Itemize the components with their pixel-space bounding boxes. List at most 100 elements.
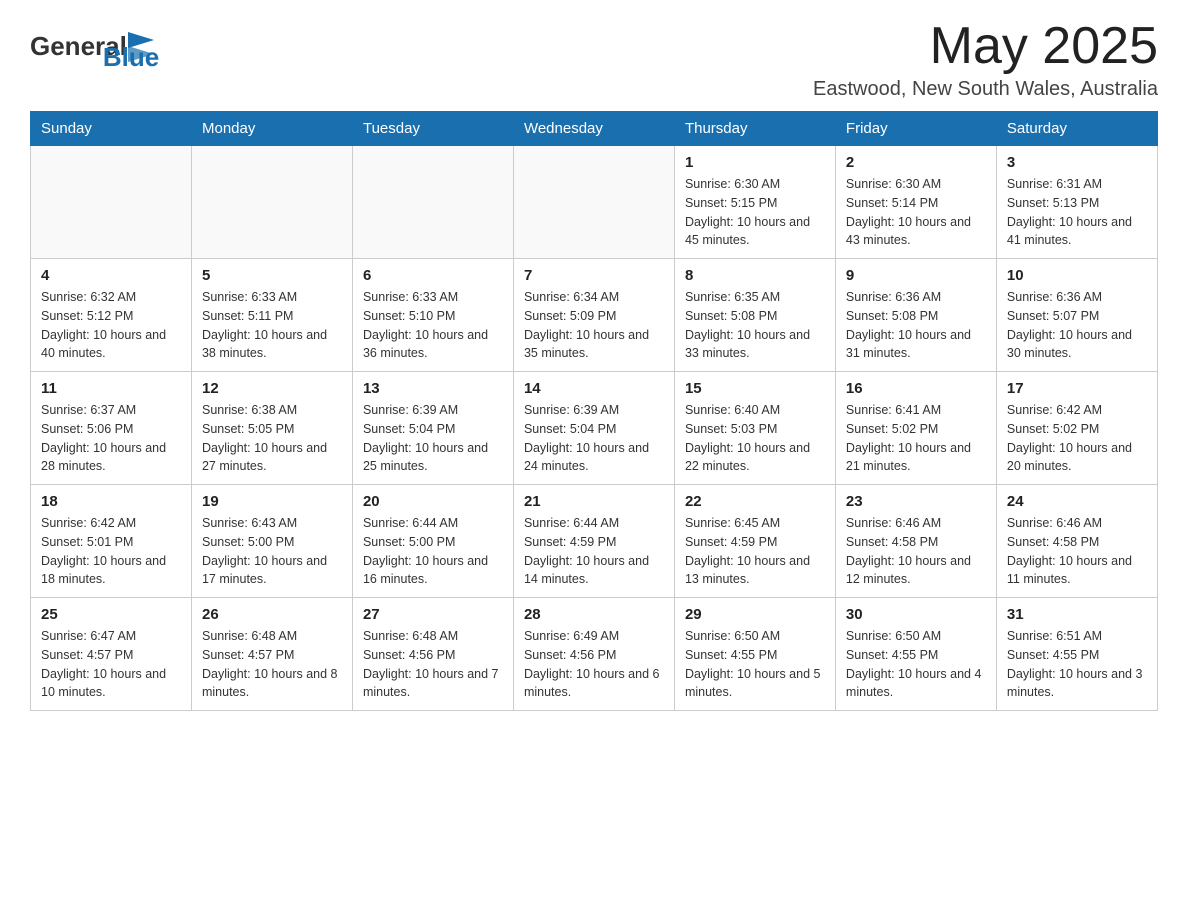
- calendar-cell: 3 Sunrise: 6:31 AM Sunset: 5:13 PM Daylig…: [996, 146, 1157, 259]
- calendar-cell: 21 Sunrise: 6:44 AM Sunset: 4:59 PM Dayli…: [513, 485, 674, 598]
- day-info: Sunrise: 6:45 AM Sunset: 4:59 PM Dayligh…: [685, 514, 825, 589]
- day-number: 11: [41, 380, 181, 397]
- calendar-cell: 18 Sunrise: 6:42 AM Sunset: 5:01 PM Dayli…: [31, 485, 192, 598]
- day-number: 26: [202, 606, 342, 623]
- calendar-cell: 2 Sunrise: 6:30 AM Sunset: 5:14 PM Daylig…: [835, 146, 996, 259]
- day-info: Sunrise: 6:42 AM Sunset: 5:02 PM Dayligh…: [1007, 401, 1147, 476]
- weekday-header-wednesday: Wednesday: [513, 112, 674, 146]
- calendar-header-row: SundayMondayTuesdayWednesdayThursdayFrid…: [31, 112, 1158, 146]
- weekday-header-friday: Friday: [835, 112, 996, 146]
- calendar-cell: 15Sunrise: 6:40 AM Sunset: 5:03 PM Dayli…: [674, 372, 835, 485]
- day-info: Sunrise: 6:48 AM Sunset: 4:57 PM Dayligh…: [202, 627, 342, 702]
- day-number: 18: [41, 493, 181, 510]
- day-info: Sunrise: 6:37 AM Sunset: 5:06 PM Dayligh…: [41, 401, 181, 476]
- day-number: 10: [1007, 267, 1147, 284]
- calendar-week-2: 4 Sunrise: 6:32 AM Sunset: 5:12 PM Daylig…: [31, 259, 1158, 372]
- day-info: Sunrise: 6:34 AM Sunset: 5:09 PM Dayligh…: [524, 288, 664, 363]
- day-number: 13: [363, 380, 503, 397]
- day-number: 14: [524, 380, 664, 397]
- day-info: Sunrise: 6:46 AM Sunset: 4:58 PM Dayligh…: [846, 514, 986, 589]
- day-number: 6: [363, 267, 503, 284]
- calendar-cell: 20 Sunrise: 6:44 AM Sunset: 5:00 PM Dayli…: [352, 485, 513, 598]
- calendar-week-1: 1 Sunrise: 6:30 AM Sunset: 5:15 PM Daylig…: [31, 146, 1158, 259]
- calendar-cell: 22 Sunrise: 6:45 AM Sunset: 4:59 PM Dayli…: [674, 485, 835, 598]
- weekday-header-saturday: Saturday: [996, 112, 1157, 146]
- day-info: Sunrise: 6:33 AM Sunset: 5:11 PM Dayligh…: [202, 288, 342, 363]
- calendar-cell: 8 Sunrise: 6:35 AM Sunset: 5:08 PM Daylig…: [674, 259, 835, 372]
- calendar-cell: [31, 146, 192, 259]
- calendar-cell: 14Sunrise: 6:39 AM Sunset: 5:04 PM Dayli…: [513, 372, 674, 485]
- day-number: 5: [202, 267, 342, 284]
- day-number: 8: [685, 267, 825, 284]
- calendar-cell: 12Sunrise: 6:38 AM Sunset: 5:05 PM Dayli…: [191, 372, 352, 485]
- day-number: 29: [685, 606, 825, 623]
- day-info: Sunrise: 6:50 AM Sunset: 4:55 PM Dayligh…: [846, 627, 986, 702]
- day-number: 4: [41, 267, 181, 284]
- calendar-week-4: 18 Sunrise: 6:42 AM Sunset: 5:01 PM Dayli…: [31, 485, 1158, 598]
- month-title: May 2025: [813, 20, 1158, 72]
- calendar-cell: 10 Sunrise: 6:36 AM Sunset: 5:07 PM Dayli…: [996, 259, 1157, 372]
- day-number: 16: [846, 380, 986, 397]
- day-info: Sunrise: 6:32 AM Sunset: 5:12 PM Dayligh…: [41, 288, 181, 363]
- day-number: 12: [202, 380, 342, 397]
- day-number: 28: [524, 606, 664, 623]
- day-info: Sunrise: 6:35 AM Sunset: 5:08 PM Dayligh…: [685, 288, 825, 363]
- day-number: 7: [524, 267, 664, 284]
- day-number: 21: [524, 493, 664, 510]
- day-info: Sunrise: 6:36 AM Sunset: 5:08 PM Dayligh…: [846, 288, 986, 363]
- location-title: Eastwood, New South Wales, Australia: [813, 78, 1158, 101]
- day-info: Sunrise: 6:44 AM Sunset: 5:00 PM Dayligh…: [363, 514, 503, 589]
- day-number: 23: [846, 493, 986, 510]
- day-info: Sunrise: 6:31 AM Sunset: 5:13 PM Dayligh…: [1007, 175, 1147, 250]
- day-number: 22: [685, 493, 825, 510]
- day-info: Sunrise: 6:36 AM Sunset: 5:07 PM Dayligh…: [1007, 288, 1147, 363]
- day-number: 17: [1007, 380, 1147, 397]
- calendar-cell: 13Sunrise: 6:39 AM Sunset: 5:04 PM Dayli…: [352, 372, 513, 485]
- calendar-cell: 28 Sunrise: 6:49 AM Sunset: 4:56 PM Dayli…: [513, 598, 674, 711]
- title-block: May 2025 Eastwood, New South Wales, Aust…: [813, 20, 1158, 101]
- calendar-cell: 24 Sunrise: 6:46 AM Sunset: 4:58 PM Dayli…: [996, 485, 1157, 598]
- day-info: Sunrise: 6:30 AM Sunset: 5:15 PM Dayligh…: [685, 175, 825, 250]
- calendar-cell: 4 Sunrise: 6:32 AM Sunset: 5:12 PM Daylig…: [31, 259, 192, 372]
- day-info: Sunrise: 6:33 AM Sunset: 5:10 PM Dayligh…: [363, 288, 503, 363]
- calendar-cell: 31 Sunrise: 6:51 AM Sunset: 4:55 PM Dayli…: [996, 598, 1157, 711]
- logo: General Blue: [30, 20, 159, 73]
- day-number: 9: [846, 267, 986, 284]
- calendar-week-3: 11 Sunrise: 6:37 AM Sunset: 5:06 PM Dayli…: [31, 372, 1158, 485]
- calendar-cell: 5 Sunrise: 6:33 AM Sunset: 5:11 PM Daylig…: [191, 259, 352, 372]
- calendar-cell: [352, 146, 513, 259]
- page-header: General Blue May 2025 Eastwood, New Sout…: [30, 20, 1158, 101]
- calendar-cell: 26 Sunrise: 6:48 AM Sunset: 4:57 PM Dayli…: [191, 598, 352, 711]
- weekday-header-sunday: Sunday: [31, 112, 192, 146]
- calendar-week-5: 25Sunrise: 6:47 AM Sunset: 4:57 PM Dayli…: [31, 598, 1158, 711]
- day-info: Sunrise: 6:41 AM Sunset: 5:02 PM Dayligh…: [846, 401, 986, 476]
- calendar-cell: 29Sunrise: 6:50 AM Sunset: 4:55 PM Dayli…: [674, 598, 835, 711]
- day-number: 1: [685, 154, 825, 171]
- calendar-cell: [191, 146, 352, 259]
- day-number: 3: [1007, 154, 1147, 171]
- day-info: Sunrise: 6:46 AM Sunset: 4:58 PM Dayligh…: [1007, 514, 1147, 589]
- calendar-cell: 11 Sunrise: 6:37 AM Sunset: 5:06 PM Dayli…: [31, 372, 192, 485]
- calendar-cell: 17 Sunrise: 6:42 AM Sunset: 5:02 PM Dayli…: [996, 372, 1157, 485]
- day-number: 20: [363, 493, 503, 510]
- day-number: 2: [846, 154, 986, 171]
- day-info: Sunrise: 6:47 AM Sunset: 4:57 PM Dayligh…: [41, 627, 181, 702]
- calendar-cell: 23 Sunrise: 6:46 AM Sunset: 4:58 PM Dayli…: [835, 485, 996, 598]
- day-number: 31: [1007, 606, 1147, 623]
- day-info: Sunrise: 6:49 AM Sunset: 4:56 PM Dayligh…: [524, 627, 664, 702]
- calendar-cell: 27Sunrise: 6:48 AM Sunset: 4:56 PM Dayli…: [352, 598, 513, 711]
- calendar-cell: [513, 146, 674, 259]
- day-info: Sunrise: 6:44 AM Sunset: 4:59 PM Dayligh…: [524, 514, 664, 589]
- day-number: 30: [846, 606, 986, 623]
- calendar-cell: 16 Sunrise: 6:41 AM Sunset: 5:02 PM Dayli…: [835, 372, 996, 485]
- day-info: Sunrise: 6:30 AM Sunset: 5:14 PM Dayligh…: [846, 175, 986, 250]
- day-number: 24: [1007, 493, 1147, 510]
- day-info: Sunrise: 6:40 AM Sunset: 5:03 PM Dayligh…: [685, 401, 825, 476]
- calendar-cell: 1 Sunrise: 6:30 AM Sunset: 5:15 PM Daylig…: [674, 146, 835, 259]
- logo-blue-text: Blue: [103, 42, 159, 72]
- day-info: Sunrise: 6:42 AM Sunset: 5:01 PM Dayligh…: [41, 514, 181, 589]
- day-info: Sunrise: 6:51 AM Sunset: 4:55 PM Dayligh…: [1007, 627, 1147, 702]
- weekday-header-monday: Monday: [191, 112, 352, 146]
- calendar-table: SundayMondayTuesdayWednesdayThursdayFrid…: [30, 111, 1158, 711]
- weekday-header-tuesday: Tuesday: [352, 112, 513, 146]
